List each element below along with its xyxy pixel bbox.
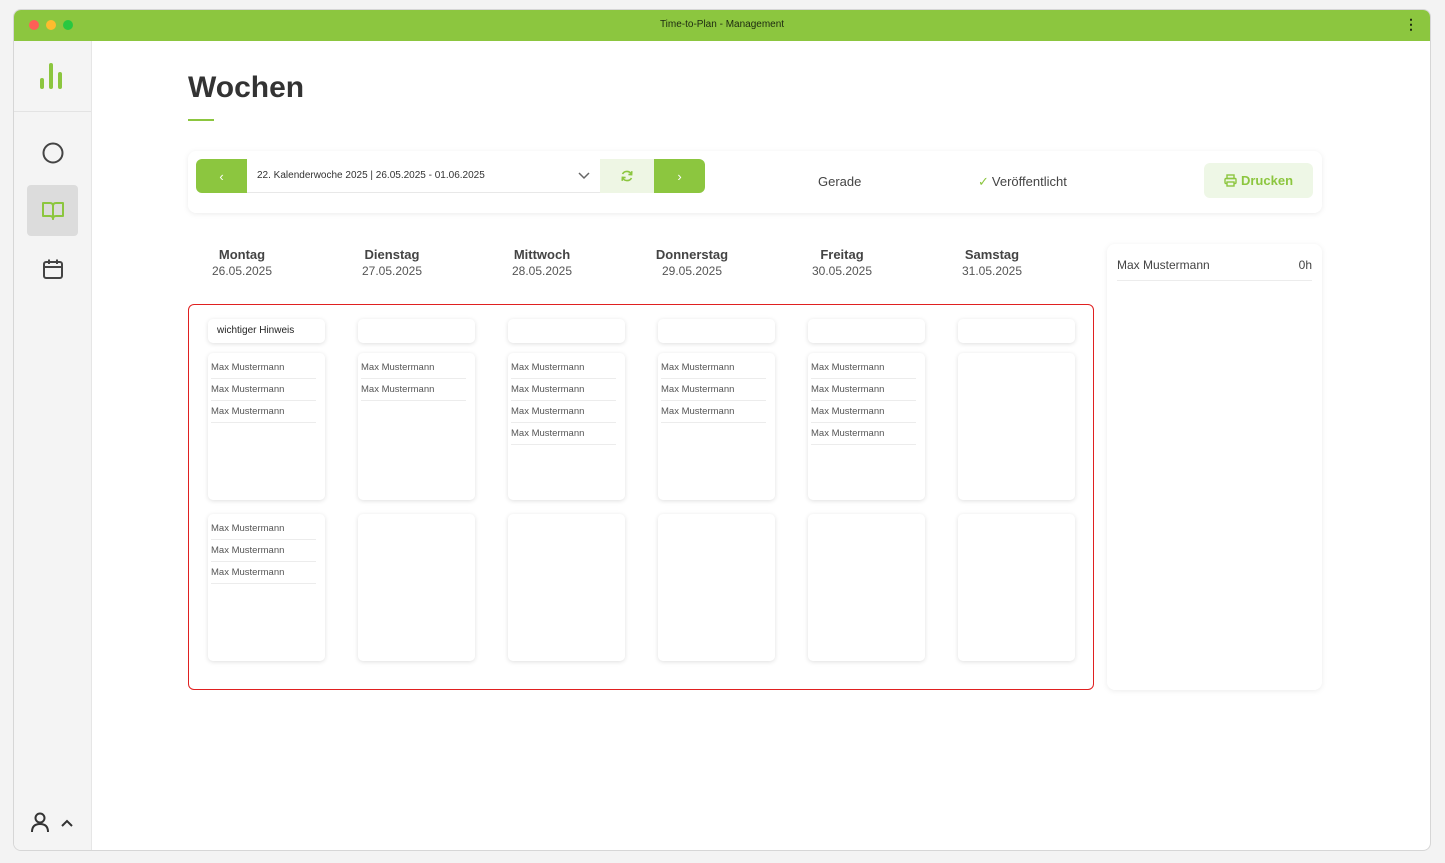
refresh-icon: [621, 170, 633, 182]
week-toolbar: ‹ 22. Kalenderwoche 2025 | 26.05.2025 - …: [188, 151, 1322, 213]
day-header: Montag 26.05.2025: [172, 247, 312, 278]
day-date: 26.05.2025: [211, 264, 273, 278]
shift-employee-item[interactable]: Max Mustermann: [211, 357, 316, 379]
day-name: Montag: [218, 247, 266, 262]
week-select-value: 22. Kalenderwoche 2025 | 26.05.2025 - 01…: [257, 170, 485, 181]
sidebar: [14, 41, 92, 850]
shift-slot[interactable]: [958, 514, 1075, 661]
published-status: ✓ Veröffentlicht: [978, 174, 1067, 190]
day-name: Mittwoch: [513, 247, 571, 262]
title-underline: [188, 119, 214, 121]
shift-employee-item[interactable]: Max Mustermann: [661, 401, 766, 423]
shift-slot[interactable]: Max Mustermann Max Mustermann Max Musterma…: [508, 353, 625, 500]
shift-slot[interactable]: Max Mustermann Max Mustermann Max Musterma…: [208, 353, 325, 500]
more-vertical-icon[interactable]: ⋮: [1404, 16, 1418, 33]
app-window: Time-to-Plan - Management ⋮ Wochen ‹ 22.…: [13, 9, 1431, 851]
chevron-right-icon: ›: [677, 168, 682, 184]
shift-employee-item[interactable]: Max Mustermann: [661, 379, 766, 401]
calendar-icon: [42, 259, 63, 279]
shift-employee-item[interactable]: Max Mustermann: [211, 379, 316, 401]
day-header: Samstag 31.05.2025: [922, 247, 1062, 278]
page-title: Wochen: [188, 71, 305, 104]
next-week-button[interactable]: ›: [654, 159, 705, 193]
shift-employee-item[interactable]: Max Mustermann: [511, 379, 616, 401]
chevron-up-icon: [61, 819, 73, 827]
bar-chart-logo-icon: [40, 63, 66, 89]
employee-hours-panel: Max Mustermann 0h: [1107, 244, 1322, 690]
shift-slot[interactable]: Max Mustermann Max Mustermann Max Musterma…: [208, 514, 325, 661]
circle-icon: [42, 142, 63, 163]
day-date: 28.05.2025: [511, 264, 573, 278]
day-note-field[interactable]: [358, 319, 475, 343]
user-menu[interactable]: [30, 812, 74, 834]
day-header: Donnerstag 29.05.2025: [622, 247, 762, 278]
published-label: Veröffentlicht: [991, 174, 1067, 189]
employee-hours: 0h: [1298, 258, 1312, 272]
shift-employee-item[interactable]: Max Mustermann: [811, 379, 916, 401]
shift-slot[interactable]: [358, 514, 475, 661]
sidebar-item-weeks[interactable]: [27, 185, 78, 236]
day-headers: Montag 26.05.2025 Dienstag 27.05.2025 Mittwo…: [188, 247, 1094, 287]
day-header: Mittwoch 28.05.2025: [472, 247, 612, 278]
day-header: Freitag 30.05.2025: [772, 247, 912, 278]
print-label: Drucken: [1240, 173, 1294, 188]
shift-slot[interactable]: Max Mustermann Max Mustermann Max Musterma…: [658, 353, 775, 500]
day-name: Samstag: [964, 247, 1020, 262]
day-note-field[interactable]: [958, 319, 1075, 343]
shift-employee-item[interactable]: Max Mustermann: [211, 540, 316, 562]
day-note-field[interactable]: wichtiger Hinweis: [208, 319, 325, 343]
day-date: 29.05.2025: [661, 264, 723, 278]
shift-employee-item[interactable]: Max Mustermann: [511, 357, 616, 379]
window-title: Time-to-Plan - Management: [659, 19, 785, 30]
shift-employee-item[interactable]: Max Mustermann: [211, 562, 316, 584]
shift-employee-item[interactable]: Max Mustermann: [811, 357, 916, 379]
day-date: 27.05.2025: [361, 264, 423, 278]
shift-slot[interactable]: [808, 514, 925, 661]
main-content: Wochen ‹ 22. Kalenderwoche 2025 | 26.05.…: [91, 41, 1430, 850]
shift-slot[interactable]: Max Mustermann Max Mustermann: [358, 353, 475, 500]
week-select[interactable]: 22. Kalenderwoche 2025 | 26.05.2025 - 01…: [247, 159, 600, 193]
week-parity-label: Gerade: [818, 174, 862, 189]
book-icon: [41, 201, 64, 220]
sidebar-item-overview[interactable]: [27, 127, 78, 178]
day-name: Donnerstag: [655, 247, 729, 262]
day-date: 30.05.2025: [811, 264, 873, 278]
shift-employee-item[interactable]: Max Mustermann: [811, 401, 916, 423]
shift-employee-item[interactable]: Max Mustermann: [361, 357, 466, 379]
shift-employee-item[interactable]: Max Mustermann: [811, 423, 916, 445]
day-date: 31.05.2025: [961, 264, 1023, 278]
day-name: Freitag: [820, 247, 864, 262]
shift-employee-item[interactable]: Max Mustermann: [211, 518, 316, 540]
day-note-field[interactable]: [508, 319, 625, 343]
shift-employee-item[interactable]: Max Mustermann: [661, 357, 766, 379]
shift-slot[interactable]: Max Mustermann Max Mustermann Max Musterma…: [808, 353, 925, 500]
shift-employee-item[interactable]: Max Mustermann: [511, 423, 616, 445]
day-note-field[interactable]: [808, 319, 925, 343]
day-header: Dienstag 27.05.2025: [322, 247, 462, 278]
day-name: Dienstag: [364, 247, 420, 262]
shift-slot[interactable]: [508, 514, 625, 661]
day-note-field[interactable]: [658, 319, 775, 343]
printer-icon: [1224, 174, 1237, 187]
sidebar-item-calendar[interactable]: [27, 243, 78, 294]
shift-employee-item[interactable]: Max Mustermann: [361, 379, 466, 401]
sidebar-divider: [14, 111, 91, 112]
chevron-down-icon: [578, 172, 590, 180]
employee-hours-row[interactable]: Max Mustermann 0h: [1117, 258, 1312, 281]
title-bar: Time-to-Plan - Management ⋮: [14, 10, 1430, 41]
shift-slot[interactable]: [658, 514, 775, 661]
shift-employee-item[interactable]: Max Mustermann: [211, 401, 316, 423]
employee-name: Max Mustermann: [1117, 258, 1210, 272]
chevron-left-icon: ‹: [219, 168, 224, 184]
week-schedule-grid: wichtiger Hinweis Max Mustermann Max Muste…: [188, 304, 1094, 690]
previous-week-button[interactable]: ‹: [196, 159, 247, 193]
print-button[interactable]: Drucken: [1204, 163, 1313, 198]
refresh-button[interactable]: [600, 159, 654, 193]
shift-slot[interactable]: [958, 353, 1075, 500]
user-icon: [31, 812, 49, 833]
check-icon: ✓: [978, 174, 989, 189]
shift-employee-item[interactable]: Max Mustermann: [511, 401, 616, 423]
